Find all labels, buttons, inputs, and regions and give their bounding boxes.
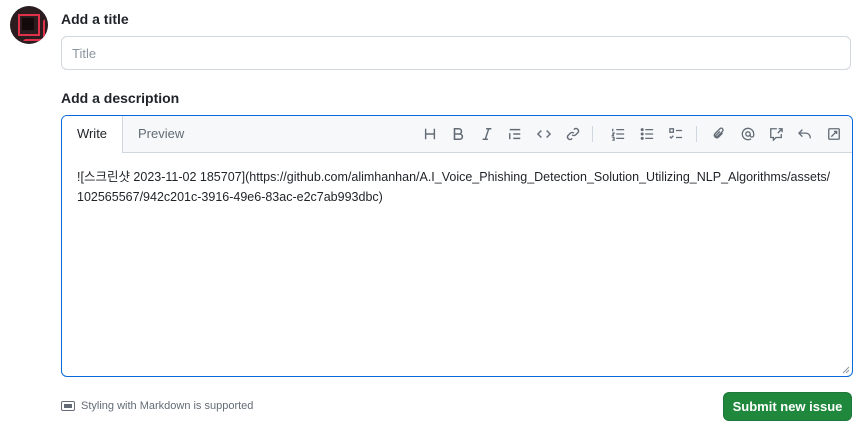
attach-icon[interactable]: [710, 125, 728, 143]
resize-handle-icon[interactable]: [842, 366, 850, 374]
description-textarea[interactable]: ![스크린샷 2023-11-02 185707](https://github…: [62, 153, 852, 376]
numbered-list-icon[interactable]: [609, 125, 627, 143]
bold-icon[interactable]: [449, 125, 467, 143]
markdown-note[interactable]: Styling with Markdown is supported: [61, 400, 253, 412]
reference-icon[interactable]: [767, 125, 785, 143]
tab-write[interactable]: Write: [62, 116, 123, 153]
unordered-list-icon[interactable]: [638, 125, 656, 143]
editor-toolbar: Write Preview: [62, 116, 852, 153]
task-list-icon[interactable]: [667, 125, 685, 143]
description-label: Add a description: [61, 90, 180, 106]
markdown-note-text: Styling with Markdown is supported: [81, 400, 254, 412]
avatar[interactable]: [10, 6, 48, 44]
toolbar-divider: [696, 126, 697, 142]
italic-icon[interactable]: [478, 125, 496, 143]
mention-icon[interactable]: [739, 125, 757, 143]
quote-icon[interactable]: [506, 125, 524, 143]
avatar-mark-core: [22, 18, 34, 30]
tab-preview[interactable]: Preview: [138, 116, 184, 152]
code-icon[interactable]: [535, 125, 553, 143]
undo-icon[interactable]: [796, 125, 814, 143]
title-label: Add a title: [61, 11, 129, 27]
title-input[interactable]: [61, 36, 851, 70]
toolbar-divider: [592, 126, 593, 142]
markdown-icon: [61, 401, 75, 411]
heading-icon[interactable]: [421, 125, 439, 143]
link-icon[interactable]: [564, 125, 582, 143]
fullscreen-icon[interactable]: [825, 125, 843, 143]
submit-issue-button[interactable]: Submit new issue: [723, 392, 852, 421]
description-editor: Write Preview ![스크린샷 2023-11-02 185707](…: [61, 115, 853, 377]
